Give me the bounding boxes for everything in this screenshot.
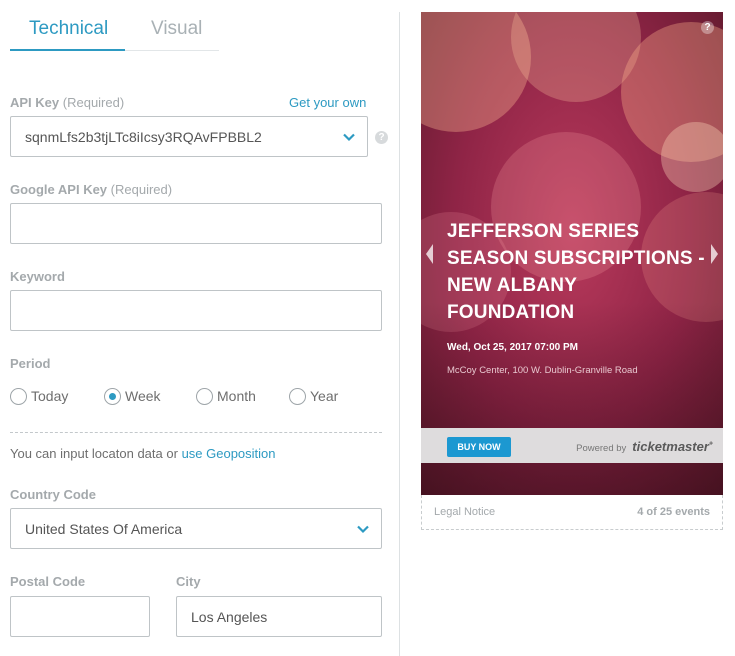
google-api-key-input[interactable] bbox=[10, 203, 382, 244]
next-event-arrow-icon[interactable] bbox=[711, 244, 718, 264]
events-counter: 4 of 25 events bbox=[637, 506, 710, 518]
widget-footer: Legal Notice 4 of 25 events bbox=[421, 495, 723, 530]
google-api-key-label: Google API Key (Required) bbox=[10, 182, 172, 197]
chevron-down-icon bbox=[343, 133, 355, 141]
required-note: (Required) bbox=[110, 182, 173, 197]
question-circle-icon[interactable]: ? bbox=[701, 21, 714, 34]
period-week-radio[interactable]: Week bbox=[104, 386, 161, 406]
api-key-label: API Key (Required) bbox=[10, 95, 124, 110]
geo-hint: You can input locaton data or use Geopos… bbox=[10, 446, 276, 461]
tab-divider bbox=[125, 50, 219, 51]
chevron-down-icon bbox=[357, 525, 369, 533]
period-month-radio[interactable]: Month bbox=[196, 386, 256, 406]
active-tab-indicator bbox=[10, 49, 125, 51]
country-value: United States Of America bbox=[25, 520, 183, 537]
period-radio-group: Today Week Month Year bbox=[10, 386, 382, 406]
question-circle-icon[interactable]: ? bbox=[375, 131, 388, 144]
widget-action-bar: BUY NOW Powered by ticketmaster+ bbox=[421, 428, 723, 463]
radio-circle-checked bbox=[104, 387, 121, 405]
tab-technical[interactable]: Technical bbox=[29, 18, 108, 40]
powered-by-text: Powered by bbox=[576, 443, 627, 454]
ticketmaster-logo: ticketmaster+ bbox=[632, 439, 713, 454]
period-year-radio[interactable]: Year bbox=[289, 386, 338, 406]
powered-by: Powered by ticketmaster+ bbox=[576, 439, 713, 454]
radio-circle bbox=[196, 387, 213, 405]
google-api-key-label-text: Google API Key bbox=[10, 182, 108, 197]
city-label: City bbox=[176, 574, 201, 589]
event-date: Wed, Oct 25, 2017 07:00 PM bbox=[447, 342, 578, 353]
period-today-radio[interactable]: Today bbox=[10, 386, 68, 406]
section-divider bbox=[10, 432, 382, 433]
api-key-value: sqnmLfs2b3tjLTc8iIcsy3RQAvFPBBL2 bbox=[25, 128, 262, 145]
legal-notice-link[interactable]: Legal Notice bbox=[434, 506, 495, 518]
get-your-own-link[interactable]: Get your own bbox=[289, 95, 366, 110]
postal-code-label: Postal Code bbox=[10, 574, 86, 589]
city-input[interactable]: Los Angeles bbox=[176, 596, 382, 637]
country-code-label: Country Code bbox=[10, 487, 96, 502]
tab-visual[interactable]: Visual bbox=[151, 18, 202, 40]
ticketmaster-logo-text: ticketmaster bbox=[632, 439, 709, 454]
radio-circle bbox=[10, 387, 27, 405]
city-value: Los Angeles bbox=[191, 608, 268, 625]
api-key-label-text: API Key bbox=[10, 95, 60, 110]
radio-label: Month bbox=[217, 388, 256, 404]
event-widget-preview: ? JEFFERSON SERIES SEASON SUBSCRIPTIONS … bbox=[421, 12, 723, 495]
keyword-label: Keyword bbox=[10, 269, 65, 284]
prev-event-arrow-icon[interactable] bbox=[426, 244, 433, 264]
tab-bar: Technical Visual bbox=[10, 0, 219, 52]
required-note: (Required) bbox=[62, 95, 125, 110]
radio-label: Today bbox=[31, 388, 69, 404]
radio-label: Year bbox=[310, 388, 339, 404]
use-geoposition-link[interactable]: use Geoposition bbox=[182, 446, 276, 461]
country-select[interactable]: United States Of America bbox=[10, 508, 382, 549]
postal-code-input[interactable] bbox=[10, 596, 150, 637]
panel-separator bbox=[399, 12, 400, 656]
radio-circle bbox=[289, 387, 306, 405]
api-key-select[interactable]: sqnmLfs2b3tjLTc8iIcsy3RQAvFPBBL2 bbox=[10, 116, 368, 157]
event-title[interactable]: JEFFERSON SERIES SEASON SUBSCRIPTIONS - … bbox=[447, 218, 709, 326]
period-label: Period bbox=[10, 356, 51, 371]
geo-hint-text: You can input locaton data or bbox=[10, 446, 178, 461]
event-venue: McCoy Center, 100 W. Dublin-Granville Ro… bbox=[447, 365, 638, 376]
keyword-input[interactable] bbox=[10, 290, 382, 331]
buy-now-button[interactable]: BUY NOW bbox=[447, 437, 511, 457]
radio-label: Week bbox=[125, 388, 161, 404]
